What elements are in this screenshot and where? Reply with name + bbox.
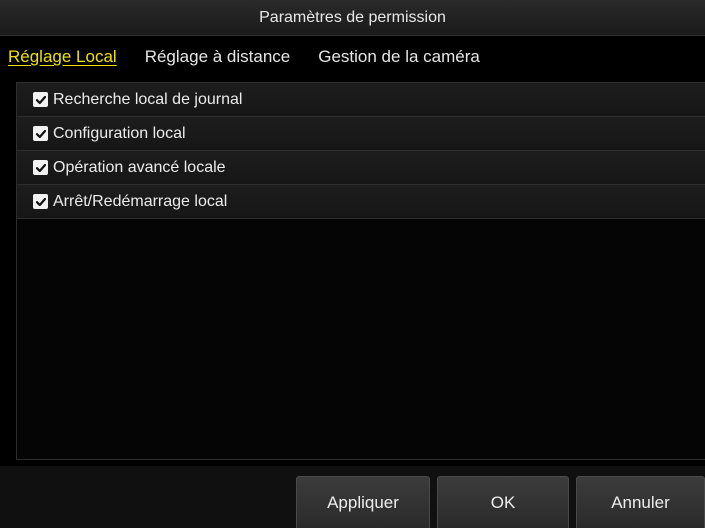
permission-row-advanced-operation[interactable]: Opération avancé locale	[17, 151, 705, 185]
permission-row-configuration[interactable]: Configuration local	[17, 117, 705, 151]
apply-button[interactable]: Appliquer	[296, 476, 430, 528]
log-search-checkbox[interactable]	[33, 92, 48, 107]
tab-remote-settings[interactable]: Réglage à distance	[145, 47, 291, 67]
checkmark-icon	[35, 197, 46, 206]
cancel-button[interactable]: Annuler	[576, 476, 705, 528]
dialog-title: Paramètres de permission	[259, 8, 446, 26]
permission-row-shutdown-reboot[interactable]: Arrêt/Redémarrage local	[17, 185, 705, 219]
checkmark-icon	[35, 129, 46, 138]
shutdown-reboot-checkbox[interactable]	[33, 194, 48, 209]
tab-local-settings[interactable]: Réglage Local	[8, 47, 117, 67]
ok-button[interactable]: OK	[437, 476, 569, 528]
checkmark-icon	[35, 163, 46, 172]
checkmark-icon	[35, 95, 46, 104]
permission-label: Configuration local	[53, 124, 186, 142]
permission-label: Opération avancé locale	[53, 158, 226, 176]
permission-tabs: Réglage Local Réglage à distance Gestion…	[0, 40, 705, 74]
dialog-titlebar: Paramètres de permission	[0, 0, 705, 36]
permission-label: Arrêt/Redémarrage local	[53, 192, 228, 210]
permission-label: Recherche local de journal	[53, 90, 243, 108]
permission-dialog: Paramètres de permission Réglage Local R…	[0, 0, 705, 528]
advanced-operation-checkbox[interactable]	[33, 160, 48, 175]
tab-camera-management[interactable]: Gestion de la caméra	[318, 47, 480, 67]
permission-list: Recherche local de journal Configuration…	[16, 82, 705, 460]
permission-row-log-search[interactable]: Recherche local de journal	[17, 83, 705, 117]
configuration-checkbox[interactable]	[33, 126, 48, 141]
